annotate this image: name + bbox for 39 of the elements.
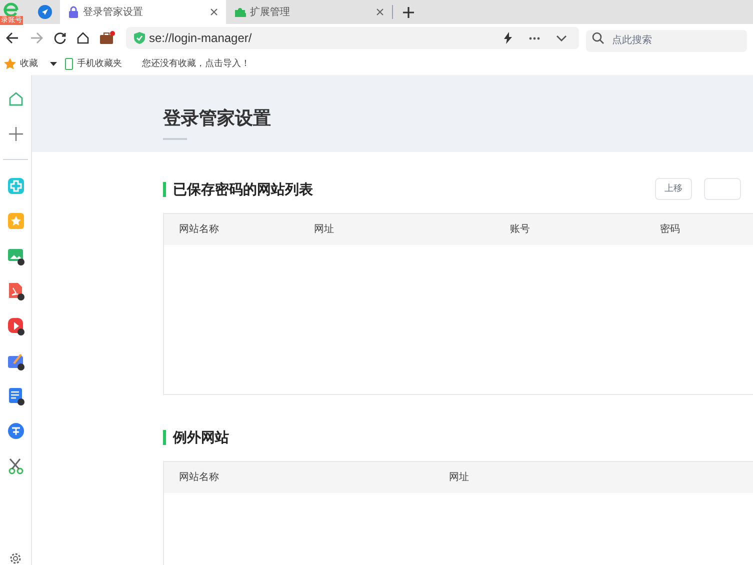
tab-title: 扩展管理 xyxy=(250,6,291,20)
briefcase-icon[interactable] xyxy=(100,31,115,45)
send-icon[interactable] xyxy=(38,5,52,19)
section-title: 已保存密码的网站列表 xyxy=(173,180,314,198)
bookmarks-link[interactable]: 收藏 xyxy=(20,56,38,70)
column-header: 网站名称 xyxy=(179,222,220,237)
page-title: 登录管家设置 xyxy=(163,107,272,130)
column-header: 网址 xyxy=(449,470,470,485)
settings-icon[interactable] xyxy=(9,552,22,565)
import-hint[interactable]: 您还没有收藏，点击导入！ xyxy=(142,56,250,70)
address-bar[interactable]: se://login-manager/ xyxy=(126,27,579,49)
column-header: 网址 xyxy=(314,222,335,237)
dropdown-icon[interactable] xyxy=(50,62,57,66)
star-icon xyxy=(4,58,16,70)
chevron-down-icon[interactable] xyxy=(556,34,567,42)
column-header: 密码 xyxy=(660,222,681,237)
search-icon xyxy=(592,32,604,44)
phone-icon xyxy=(65,58,73,70)
column-header: 账号 xyxy=(510,222,531,237)
lock-icon xyxy=(68,6,79,18)
tab-title: 登录管家设置 xyxy=(83,6,144,20)
shield-icon xyxy=(134,32,145,44)
add-icon[interactable] xyxy=(8,126,22,140)
lightning-icon[interactable] xyxy=(503,32,513,44)
reload-icon[interactable] xyxy=(54,32,66,44)
close-icon[interactable] xyxy=(376,8,384,16)
browser-tab[interactable]: 登录管家设置 xyxy=(60,0,226,24)
section-title: 例外网站 xyxy=(173,428,230,446)
play-app-icon[interactable] xyxy=(6,316,26,336)
star-app-icon[interactable] xyxy=(6,210,26,230)
new-tab-icon[interactable] xyxy=(402,6,414,18)
translate-app-icon[interactable] xyxy=(6,420,26,440)
close-icon[interactable] xyxy=(210,8,218,16)
back-icon[interactable] xyxy=(6,32,19,44)
search-field[interactable]: 点此搜索 xyxy=(586,30,747,52)
column-header: 网站名称 xyxy=(179,470,220,485)
more-icon[interactable] xyxy=(529,36,540,40)
home-icon[interactable] xyxy=(77,32,89,44)
mobile-bookmarks-link[interactable]: 手机收藏夹 xyxy=(77,56,122,70)
